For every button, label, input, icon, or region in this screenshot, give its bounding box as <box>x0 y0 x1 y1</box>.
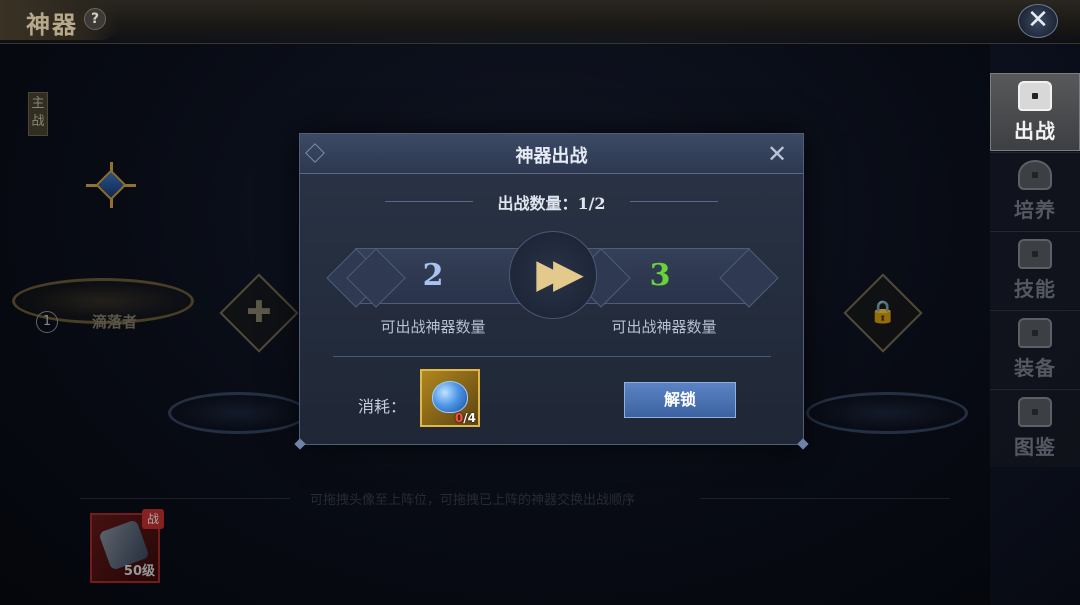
help-icon[interactable]: ? <box>84 8 106 30</box>
blue-gem-icon <box>432 381 468 413</box>
cost-item[interactable]: 0/4 <box>420 369 480 427</box>
current-count: 2 <box>422 258 444 293</box>
next-label: 可出战神器数量 <box>611 318 717 336</box>
arrow-right-icon: ▶▶ <box>509 231 597 319</box>
tab-cultivate[interactable]: 培养 <box>990 152 1080 230</box>
tab-collection[interactable]: 图鉴 <box>990 389 1080 467</box>
tab-label: 出战 <box>1014 118 1056 143</box>
chest-icon <box>1018 239 1052 269</box>
deploy-modal: 神器出战 ✕ 出战数量：1/2 2 ▶▶ 3 可出战神器数量 可出战神器数量 消… <box>294 133 809 450</box>
close-icon[interactable]: ✕ <box>764 141 790 167</box>
unlock-button[interactable]: 解锁 <box>624 382 736 418</box>
tab-skills[interactable]: 技能 <box>990 231 1080 309</box>
tab-label: 技能 <box>1014 277 1056 301</box>
tab-deploy[interactable]: 出战 <box>990 73 1080 151</box>
tab-equipment[interactable]: 装备 <box>990 310 1080 388</box>
count-divider <box>630 201 718 202</box>
tab-label: 装备 <box>1014 356 1056 380</box>
top-bar: 神器 ? ✕ <box>0 0 1080 44</box>
tab-label: 培养 <box>1014 198 1056 222</box>
current-label: 可出战神器数量 <box>380 318 486 336</box>
required-count: /4 <box>463 411 476 425</box>
owned-count: 0 <box>454 411 464 425</box>
cost-label: 消耗： <box>358 397 407 416</box>
chest-icon <box>1018 318 1052 348</box>
chest-icon <box>1018 80 1052 111</box>
modal-divider <box>333 356 771 357</box>
modal-title: 神器出战 <box>515 146 588 167</box>
page-title: 神器 <box>26 10 78 39</box>
deploy-count: 出战数量：1/2 <box>497 194 606 213</box>
close-icon[interactable]: ✕ <box>1018 4 1058 38</box>
cost-count: 0/4 <box>455 411 476 425</box>
modal-header: 神器出战 ✕ <box>300 134 803 174</box>
tab-label: 图鉴 <box>1014 435 1056 459</box>
chest-icon <box>1018 397 1052 427</box>
bag-icon <box>1018 160 1052 190</box>
next-count: 3 <box>649 258 671 293</box>
